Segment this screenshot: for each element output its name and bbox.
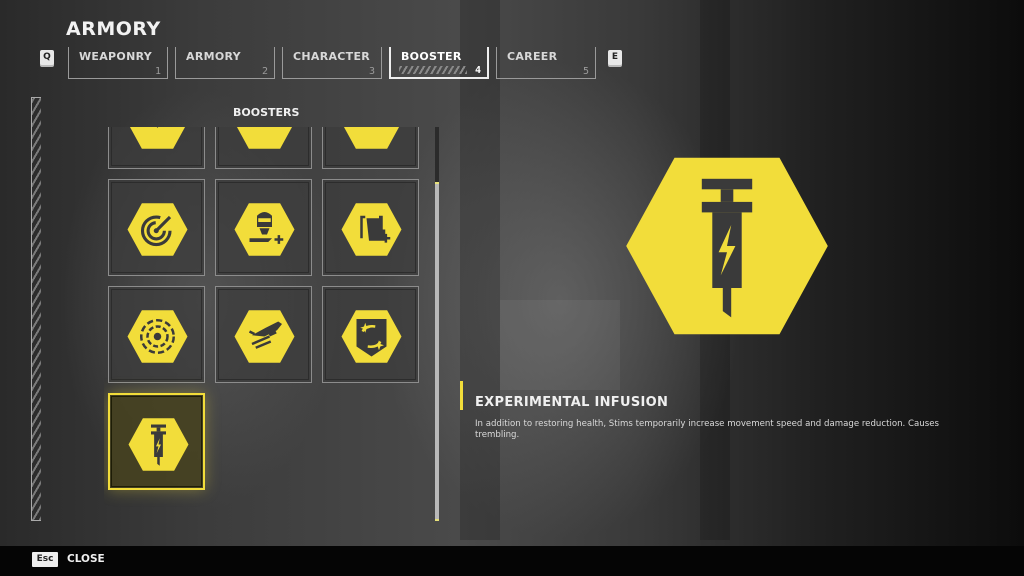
supply-plus-icon (341, 203, 402, 256)
syringe-bolt-icon (128, 418, 189, 471)
tab-label: WEAPONRY (79, 50, 153, 63)
tab-number: 2 (261, 66, 268, 77)
booster-slot[interactable] (215, 286, 312, 383)
page-title: ARMORY (66, 18, 161, 40)
tab-armory[interactable]: ARMORY 2 (175, 47, 275, 79)
next-tab-key[interactable]: E (608, 50, 622, 65)
shield-swap-icon (341, 310, 402, 363)
scrollbar-track[interactable] (435, 127, 439, 521)
booster-slot[interactable] (322, 179, 419, 276)
tab-number: 5 (582, 66, 589, 77)
booster-slot[interactable] (215, 179, 312, 276)
arrow-turn-icon (236, 127, 293, 149)
booster-grid (104, 127, 426, 525)
background-decor (500, 300, 620, 390)
booster-slot[interactable] (108, 127, 205, 169)
tab-label: BOOSTER (401, 50, 462, 63)
booster-slot[interactable] (322, 286, 419, 383)
tab-number: 3 (368, 66, 375, 77)
background-decor (460, 0, 500, 540)
side-rail-decor (31, 97, 41, 521)
detail-accent-bar (460, 381, 463, 410)
booster-slot[interactable] (108, 286, 205, 383)
tab-career[interactable]: CAREER 5 (496, 47, 596, 79)
tab-label: CAREER (507, 50, 558, 63)
booster-slot[interactable] (108, 179, 205, 276)
double-chevron-icon (343, 127, 400, 149)
close-button[interactable]: CLOSE (67, 553, 105, 565)
stratagem-jet-icon (234, 310, 295, 363)
section-title: BOOSTERS (233, 106, 300, 119)
esc-key[interactable]: Esc (32, 552, 58, 567)
helmet-hand-plus-icon (234, 203, 295, 256)
radar-icon (127, 203, 188, 256)
tab-label: ARMORY (186, 50, 241, 63)
tab-weaponry[interactable]: WEAPONRY 1 (68, 47, 168, 79)
booster-description: In addition to restoring health, Stims t… (475, 419, 939, 440)
tab-booster[interactable]: BOOSTER 4 (389, 47, 489, 79)
tab-number: 4 (474, 65, 481, 76)
scrollbar-thumb[interactable] (435, 182, 439, 521)
booster-slot[interactable] (322, 127, 419, 169)
active-tab-hatch (399, 66, 467, 74)
booster-name: EXPERIMENTAL INFUSION (475, 395, 669, 410)
footer-bar: Esc CLOSE (0, 546, 1024, 576)
tab-character[interactable]: CHARACTER 3 (282, 47, 382, 79)
prev-tab-key[interactable]: Q (40, 50, 54, 65)
tab-label: CHARACTER (293, 50, 371, 63)
tab-number: 1 (154, 66, 161, 77)
booster-slot[interactable] (108, 393, 205, 490)
syringe-bolt-icon (626, 157, 828, 335)
selected-booster-preview (622, 149, 832, 343)
booster-slot[interactable] (215, 127, 312, 169)
dashed-target-icon (127, 310, 188, 363)
chevron-down-icon (129, 127, 186, 149)
